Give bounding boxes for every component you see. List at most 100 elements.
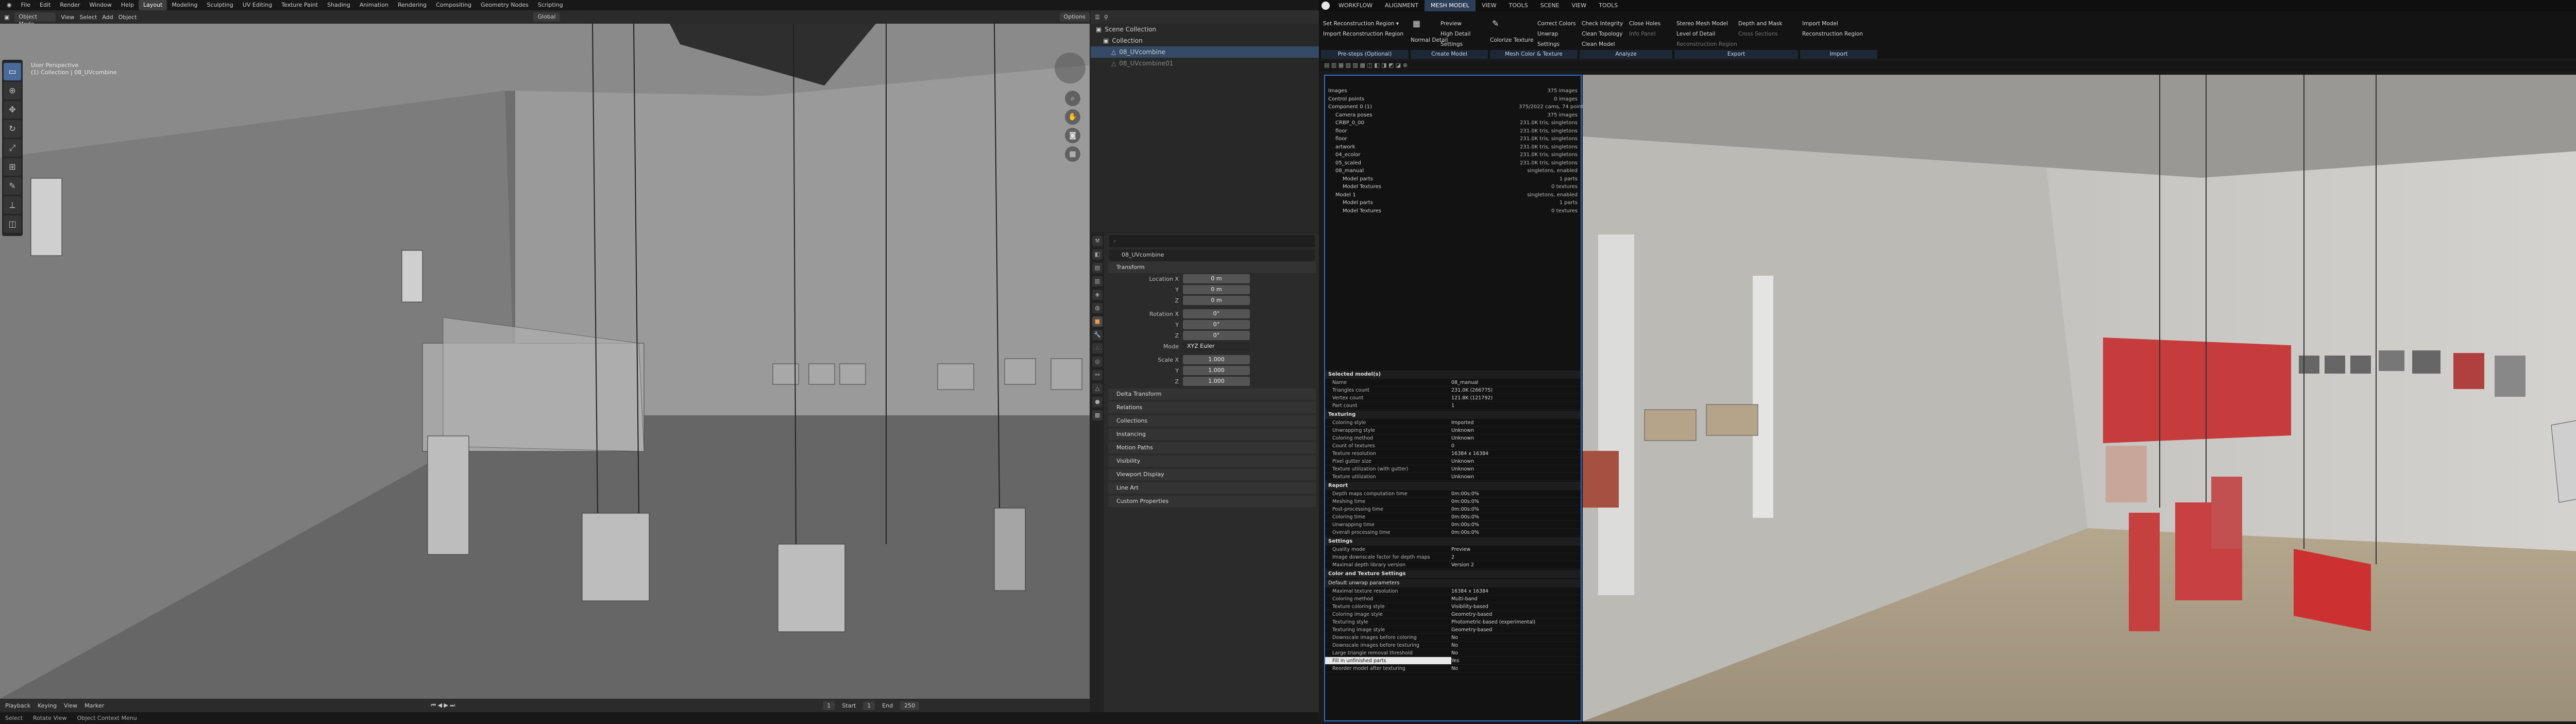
- property-row[interactable]: Maximal depth library version Version 2: [1325, 561, 1581, 569]
- tree-row[interactable]: artwork 231.0K tris, singletons: [1325, 143, 1581, 151]
- object-menu[interactable]: Object: [118, 14, 137, 21]
- menu-window[interactable]: Window: [85, 0, 116, 10]
- property-row[interactable]: Quality mode Preview: [1325, 546, 1581, 553]
- menu-file[interactable]: File: [16, 0, 35, 10]
- playback-controls-icon[interactable]: ⏮ ◀ ▶ ⏭: [431, 702, 455, 709]
- view-menu[interactable]: View: [61, 14, 74, 21]
- view-layer-tab-icon[interactable]: ▥: [1092, 276, 1103, 287]
- texture-settings-button[interactable]: Settings: [1537, 41, 1560, 47]
- tree-row[interactable]: CRBP_0_00 231.0K tris, singletons: [1325, 119, 1581, 127]
- tree-row[interactable]: floor 231.0K tris, singletons: [1325, 135, 1581, 143]
- tab-sculpting[interactable]: Sculpting: [202, 0, 238, 10]
- tree-row[interactable]: Control points 0 images: [1325, 95, 1581, 104]
- tab-scripting[interactable]: Scripting: [533, 0, 568, 10]
- scale-icon[interactable]: ⤢: [4, 139, 21, 157]
- layout-icons[interactable]: ▤ ▥ ▦ ▧ ▨ ▩ ◫ ◧ ◨ ◩ ◪ ⊕: [1324, 62, 1408, 69]
- mode-dropdown[interactable]: Object Mode: [14, 12, 56, 27]
- select-menu[interactable]: Select: [79, 14, 97, 21]
- property-row[interactable]: Coloring time 0m:00s:0%: [1325, 513, 1581, 521]
- move-icon[interactable]: ✥: [4, 101, 21, 119]
- physics-tab-icon[interactable]: ◎: [1092, 357, 1103, 367]
- subsection-header[interactable]: Default unwrap parameters: [1325, 579, 1581, 587]
- properties-search[interactable]: ⌕: [1109, 235, 1315, 247]
- property-row[interactable]: Large triangle removal threshold No: [1325, 649, 1581, 657]
- import-reconstruction-region-button-2[interactable]: Reconstruction Region: [1802, 31, 1863, 37]
- current-frame-field[interactable]: 1: [823, 701, 835, 710]
- data-tab-icon[interactable]: △: [1092, 383, 1103, 394]
- tab-uv-editing[interactable]: UV Editing: [238, 0, 277, 10]
- export-model-button[interactable]: Stereo Mesh Model: [1676, 21, 1728, 27]
- tab-rendering[interactable]: Rendering: [393, 0, 431, 10]
- custom-properties-panel[interactable]: Custom Properties: [1108, 496, 1316, 507]
- particles-tab-icon[interactable]: ∴: [1092, 343, 1103, 353]
- pan-icon[interactable]: ✋: [1065, 109, 1080, 125]
- property-row[interactable]: Overall processing time 0m:00s:0%: [1325, 529, 1581, 536]
- visibility-panel[interactable]: Visibility: [1108, 456, 1316, 467]
- check-integrity-button[interactable]: Check Integrity: [1582, 21, 1623, 27]
- property-row[interactable]: Texture utilization (with gutter) Unknown: [1325, 465, 1581, 473]
- property-row[interactable]: Vertex count 121.8K (121792): [1325, 394, 1581, 402]
- cursor-icon[interactable]: ⊕: [4, 82, 21, 99]
- menu-help[interactable]: Help: [116, 0, 139, 10]
- property-row[interactable]: Texture utilization Unknown: [1325, 473, 1581, 481]
- playback-menu[interactable]: Playback: [5, 702, 30, 709]
- camera-icon[interactable]: ◙: [1065, 128, 1080, 143]
- render-tab-icon[interactable]: ◧: [1092, 249, 1103, 260]
- set-reconstruction-region-button[interactable]: Set Reconstruction Region ▾: [1323, 21, 1399, 27]
- tab-animation[interactable]: Animation: [355, 0, 393, 10]
- close-holes-button[interactable]: Close Holes: [1629, 21, 1660, 27]
- tree-row[interactable]: 05_scaled 231.0K tris, singletons: [1325, 159, 1581, 167]
- property-row[interactable]: Reorder model after texturing No: [1325, 665, 1581, 672]
- 1ds-panel[interactable]: Images 375 images Control points 0 images Co…: [1324, 75, 1586, 721]
- location-z-field[interactable]: 0 m: [1183, 296, 1250, 305]
- section-header-selected[interactable]: Selected model(s): [1325, 371, 1581, 379]
- tab-tools[interactable]: TOOLS: [1503, 0, 1534, 11]
- export-cross-sections-button[interactable]: Cross Sections: [1738, 31, 1778, 37]
- object-tab-icon[interactable]: ■: [1092, 316, 1103, 327]
- tab-geometry-nodes[interactable]: Geometry Nodes: [476, 0, 533, 10]
- tab-compositing[interactable]: Compositing: [431, 0, 476, 10]
- annotate-icon[interactable]: ✎: [4, 177, 21, 195]
- start-frame-field[interactable]: 1: [863, 701, 875, 710]
- unwrap-button[interactable]: Unwrap: [1537, 31, 1558, 37]
- select-box-icon[interactable]: ▭: [4, 63, 21, 80]
- import-reconstruction-region-button[interactable]: Import Reconstruction Region: [1323, 31, 1403, 37]
- section-header-color_tex[interactable]: Color and Texture Settings: [1325, 570, 1581, 578]
- property-row[interactable]: Count of textures 0: [1325, 442, 1581, 450]
- world-tab-icon[interactable]: ◍: [1092, 303, 1103, 313]
- section-header-report[interactable]: Report: [1325, 482, 1581, 490]
- rotate-icon[interactable]: ↻: [4, 120, 21, 138]
- tab-shading[interactable]: Shading: [323, 0, 355, 10]
- relations-panel[interactable]: Relations: [1108, 402, 1316, 413]
- constraints-tab-icon[interactable]: ⚯: [1092, 370, 1103, 380]
- keying-menu[interactable]: Keying: [38, 702, 57, 709]
- import-model-button[interactable]: Import Model: [1802, 21, 1838, 27]
- end-frame-field[interactable]: 250: [900, 701, 920, 710]
- clean-model-button[interactable]: Clean Model: [1582, 41, 1615, 47]
- outliner-row-scene-collection[interactable]: ▣ Scene Collection: [1091, 24, 1319, 35]
- add-cube-icon[interactable]: ◫: [4, 215, 21, 233]
- property-row[interactable]: Post-processing time 0m:00s:0%: [1325, 506, 1581, 513]
- property-row[interactable]: Texturing style Photometric-based (experi…: [1325, 618, 1581, 626]
- tree-row[interactable]: Images 375 images: [1325, 87, 1581, 95]
- delta-transform-panel[interactable]: Delta Transform: [1108, 389, 1316, 400]
- property-row[interactable]: Coloring method Multi-band: [1325, 595, 1581, 603]
- property-row[interactable]: Coloring image style Geometry-based: [1325, 611, 1581, 618]
- menu-render[interactable]: Render: [55, 0, 84, 10]
- texture-tab-icon[interactable]: ▩: [1092, 410, 1103, 420]
- location-y-field[interactable]: 0 m: [1183, 285, 1250, 294]
- property-row[interactable]: Coloring method Unknown: [1325, 434, 1581, 442]
- property-row[interactable]: Coloring style Imported: [1325, 419, 1581, 427]
- property-row[interactable]: Texture coloring style Visibility-based: [1325, 603, 1581, 611]
- zoom-icon[interactable]: ⌕: [1065, 91, 1080, 106]
- tree-row[interactable]: Model Textures 0 textures: [1325, 183, 1581, 191]
- property-row[interactable]: Downscale images before texturing No: [1325, 642, 1581, 649]
- property-row[interactable]: Pixel gutter size Unknown: [1325, 458, 1581, 465]
- modifier-tab-icon[interactable]: 🔧: [1092, 330, 1103, 340]
- collections-panel[interactable]: Collections: [1108, 415, 1316, 427]
- normal-detail-icon[interactable]: ▦: [1413, 19, 1420, 28]
- property-row[interactable]: Triangles count 231.0K (266775): [1325, 386, 1581, 394]
- orientation-dropdown[interactable]: Global: [533, 12, 560, 22]
- tree-row[interactable]: Model Textures 0 textures: [1325, 207, 1581, 215]
- outliner-row-object[interactable]: △ 08_UVcombine01: [1091, 58, 1319, 69]
